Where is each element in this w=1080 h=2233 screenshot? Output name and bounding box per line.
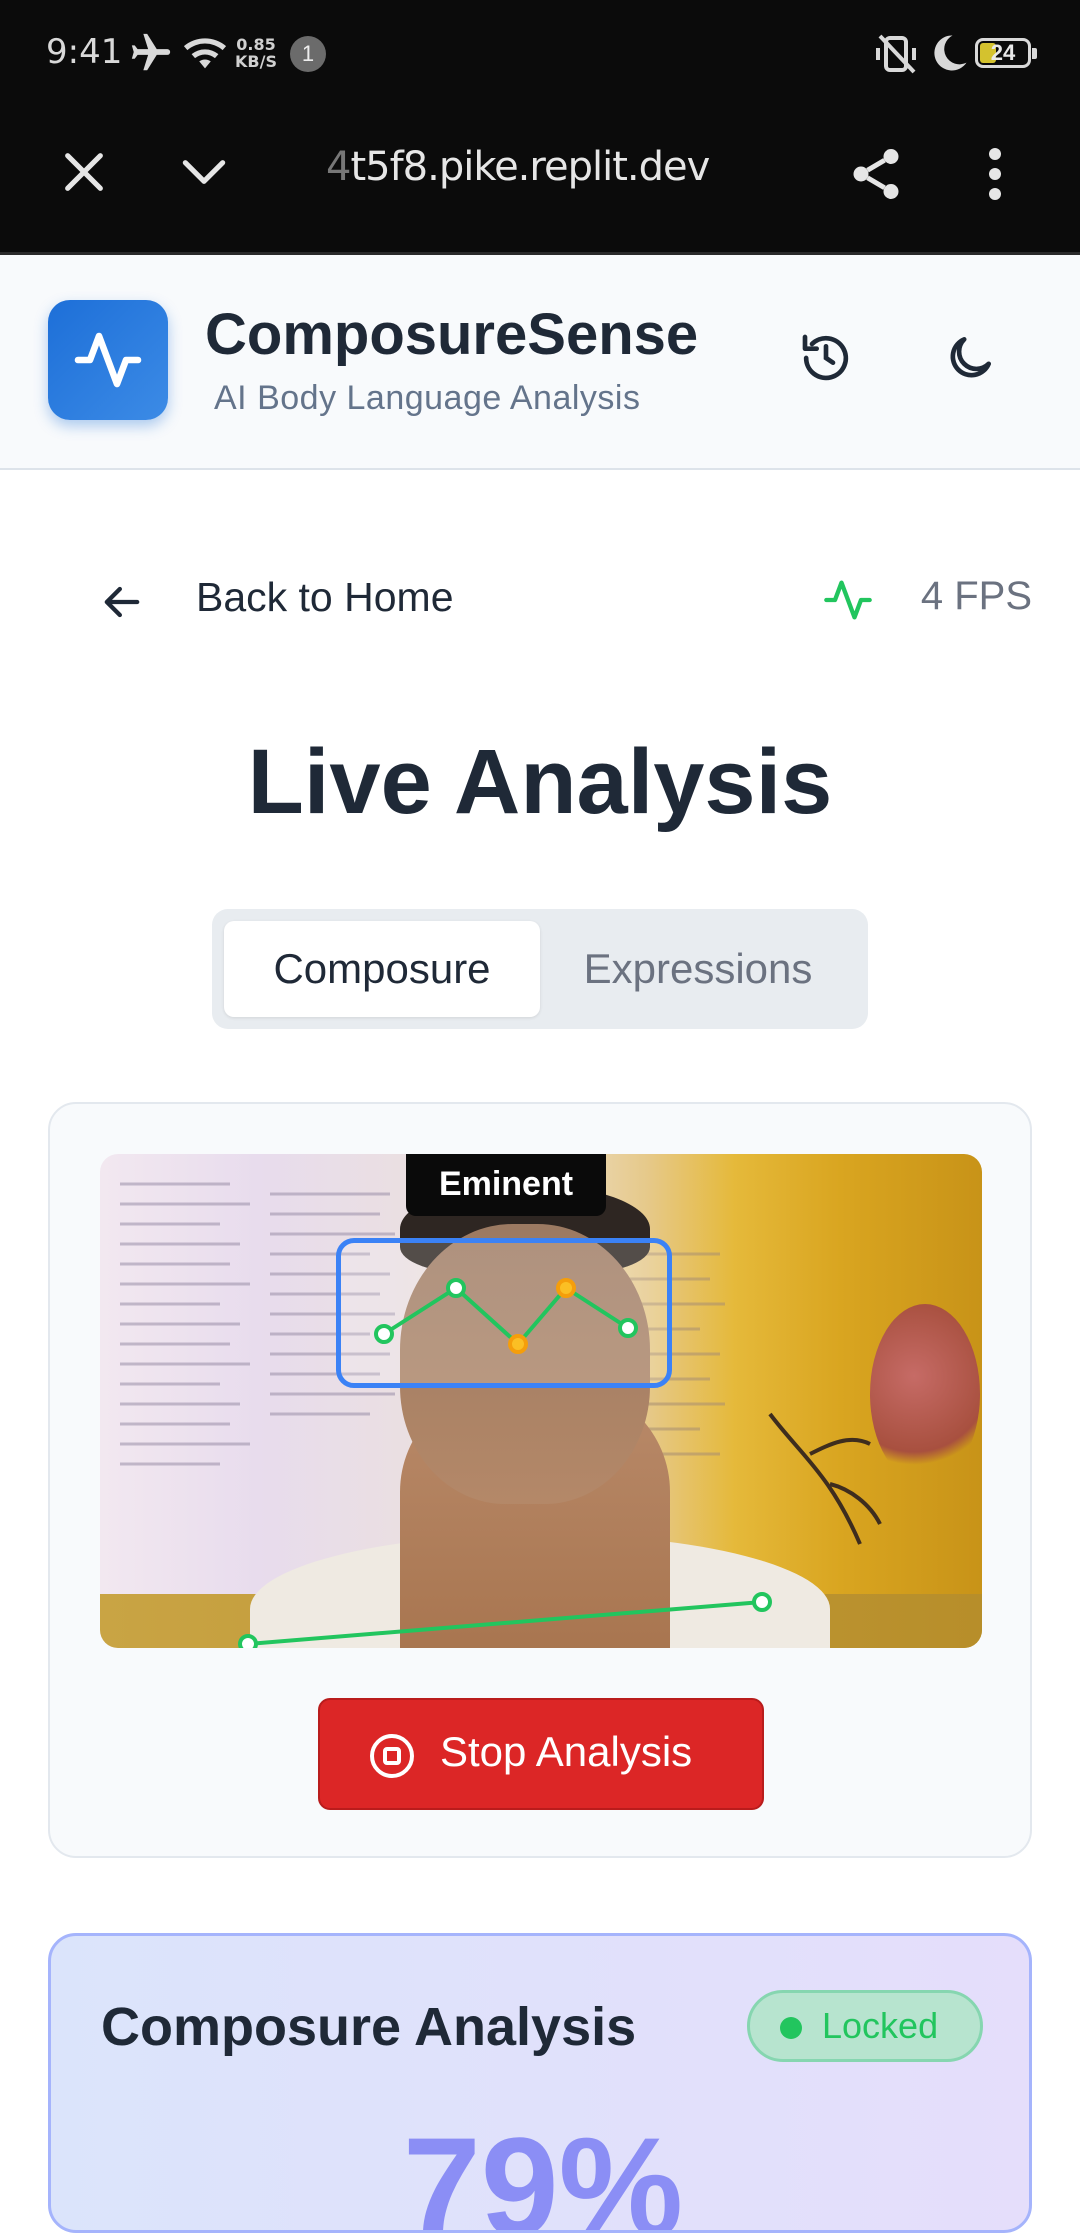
close-tab-icon[interactable] — [56, 144, 112, 205]
network-speed-unit: KB/S — [235, 52, 277, 71]
more-options-icon[interactable] — [970, 144, 1020, 209]
app-header: ComposureSense AI Body Language Analysis — [0, 255, 1080, 470]
fps-label: 4 FPS — [920, 574, 1032, 618]
stop-circle-icon — [370, 1734, 414, 1778]
dark-mode-moon-icon[interactable] — [942, 330, 1002, 390]
pose-landmarks-overlay — [238, 1278, 772, 1648]
camera-card: Eminent Stop Analysis — [48, 1102, 1032, 1858]
stop-analysis-button[interactable]: Stop Analysis — [318, 1698, 764, 1810]
url-faded-prefix: 4 — [326, 144, 351, 190]
share-icon[interactable] — [846, 144, 906, 209]
camera-feed: Eminent — [100, 1154, 982, 1648]
network-speed: 0.85 KB/S — [235, 36, 277, 70]
page-title: Live Analysis — [247, 731, 833, 833]
status-time: 9:41 — [46, 32, 123, 72]
locked-status-badge: Locked — [747, 1990, 983, 2062]
url-text: t5f8.pike.replit.dev — [350, 144, 710, 190]
wifi-icon — [182, 30, 228, 81]
composure-score: 79% — [402, 2108, 684, 2233]
activity-icon — [822, 574, 874, 631]
back-to-home-link[interactable]: Back to Home — [96, 574, 516, 634]
tab-expressions[interactable]: Expressions — [540, 921, 856, 1017]
chevron-down-icon[interactable] — [176, 144, 232, 205]
back-to-home-label: Back to Home — [196, 574, 454, 620]
airplane-mode-icon — [128, 30, 174, 81]
browser-toolbar: 4t5f8.pike.replit.dev — [0, 110, 1080, 255]
composure-analysis-title: Composure Analysis — [101, 1997, 637, 2057]
app-tagline: AI Body Language Analysis — [214, 379, 641, 417]
tab-composure[interactable]: Composure — [224, 921, 540, 1017]
fps-indicator: 4 FPS — [822, 574, 1032, 634]
battery-level: 24 — [990, 40, 1016, 65]
app-name: ComposureSense — [205, 302, 699, 367]
battery-icon: 24 — [975, 38, 1037, 68]
do-not-disturb-moon-icon — [928, 30, 970, 81]
analysis-mode-tabs: Composure Expressions — [212, 909, 868, 1029]
locked-status-label: Locked — [822, 2005, 939, 2046]
status-dot-icon — [780, 2017, 802, 2039]
history-icon[interactable] — [798, 330, 858, 390]
network-speed-value: 0.85 — [236, 35, 276, 54]
notification-badge: 1 — [290, 36, 326, 72]
arrow-left-icon — [96, 576, 148, 633]
app-logo[interactable] — [48, 300, 168, 420]
stop-analysis-label: Stop Analysis — [440, 1728, 693, 1775]
composure-label-chip: Eminent — [406, 1154, 606, 1216]
vibrate-off-icon — [872, 30, 920, 83]
status-bar: 9:41 0.85 KB/S 1 24 — [0, 0, 1080, 110]
composure-analysis-card: Composure Analysis Locked 79% — [48, 1933, 1032, 2233]
url-bar[interactable]: 4t5f8.pike.replit.dev — [326, 144, 710, 190]
